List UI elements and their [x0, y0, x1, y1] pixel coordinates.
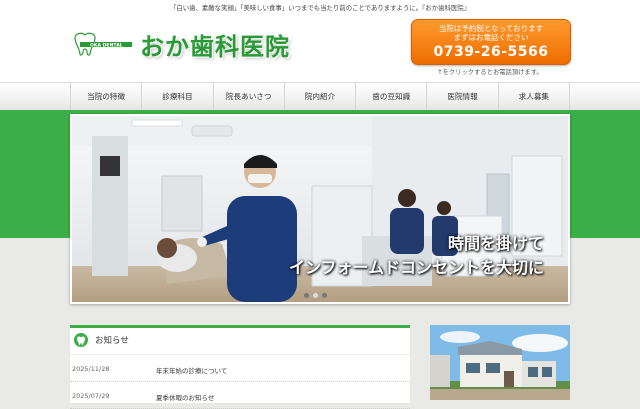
hero-slider[interactable]: 時間を掛けて インフォームドコンセントを大切に	[70, 114, 570, 304]
nav-item-greeting[interactable]: 院長あいさつ	[214, 83, 285, 111]
nav-item-features[interactable]: 当院の特徴	[70, 83, 143, 111]
global-nav: 当院の特徴 診療科目 院長あいさつ 院内紹介 歯の豆知識 医院情報 求人募集	[0, 82, 640, 112]
news-date: 2025/11/28	[72, 365, 110, 373]
call-note: ↑をクリックするとお電話頂けます。	[437, 69, 543, 76]
news-link[interactable]: 年末年始の診療について	[156, 365, 227, 375]
slider-dots	[304, 293, 327, 298]
slider-dot[interactable]	[322, 293, 327, 298]
nav-item-clinic-tour[interactable]: 院内紹介	[285, 83, 357, 111]
nav-item-recruit[interactable]: 求人募集	[499, 83, 570, 111]
nav-item-dental-tips[interactable]: 歯の豆知識	[356, 83, 428, 111]
header-tagline: 「白い歯、素敵な笑顔」「美味しい食事」いつまでも当たり前のことでありますように。…	[169, 4, 471, 12]
logo-text: OKA DENTAL	[90, 42, 123, 48]
site-title[interactable]: おか歯科医院	[140, 27, 290, 62]
news-link[interactable]: 夏季休暇のお知らせ	[156, 392, 214, 402]
call-line-2: まずはお電話ください	[453, 33, 529, 42]
clinic-building-image	[430, 325, 570, 400]
news-item[interactable]: 2025/11/28 年末年始の診療について	[70, 355, 410, 382]
call-button[interactable]: 当院は予約制となっております まずはお電話ください 0739-26-5566	[411, 19, 571, 65]
news-panel: お知らせ 2025/11/28 年末年始の診療について 2025/07/29 夏…	[70, 325, 410, 409]
slider-dot[interactable]	[313, 293, 318, 298]
nav-item-treatments[interactable]: 診療科目	[142, 83, 214, 111]
slider-dot[interactable]	[304, 293, 309, 298]
hero-caption-line-2: インフォームドコンセントを大切に	[288, 258, 544, 277]
site-header: 「白い歯、素敵な笑顔」「美味しい食事」いつまでも当たり前のことでありますように。…	[0, 0, 640, 82]
hero-caption-line-1: 時間を掛けて	[447, 234, 544, 253]
news-title: お知らせ	[95, 336, 129, 346]
news-date: 2025/07/29	[72, 392, 110, 400]
news-item[interactable]: 2025/07/29 夏季休暇のお知らせ	[70, 382, 410, 409]
tooth-badge-icon	[74, 333, 88, 347]
news-header: お知らせ	[70, 328, 410, 355]
clinic-exterior-photo[interactable]	[430, 325, 570, 400]
hero-caption: 時間を掛けて インフォームドコンセントを大切に	[289, 232, 544, 280]
tooth-logo-icon[interactable]: OKA DENTAL	[72, 32, 134, 56]
phone-number: 0739-26-5566	[433, 44, 549, 60]
nav-item-clinic-info[interactable]: 医院情報	[427, 83, 499, 111]
